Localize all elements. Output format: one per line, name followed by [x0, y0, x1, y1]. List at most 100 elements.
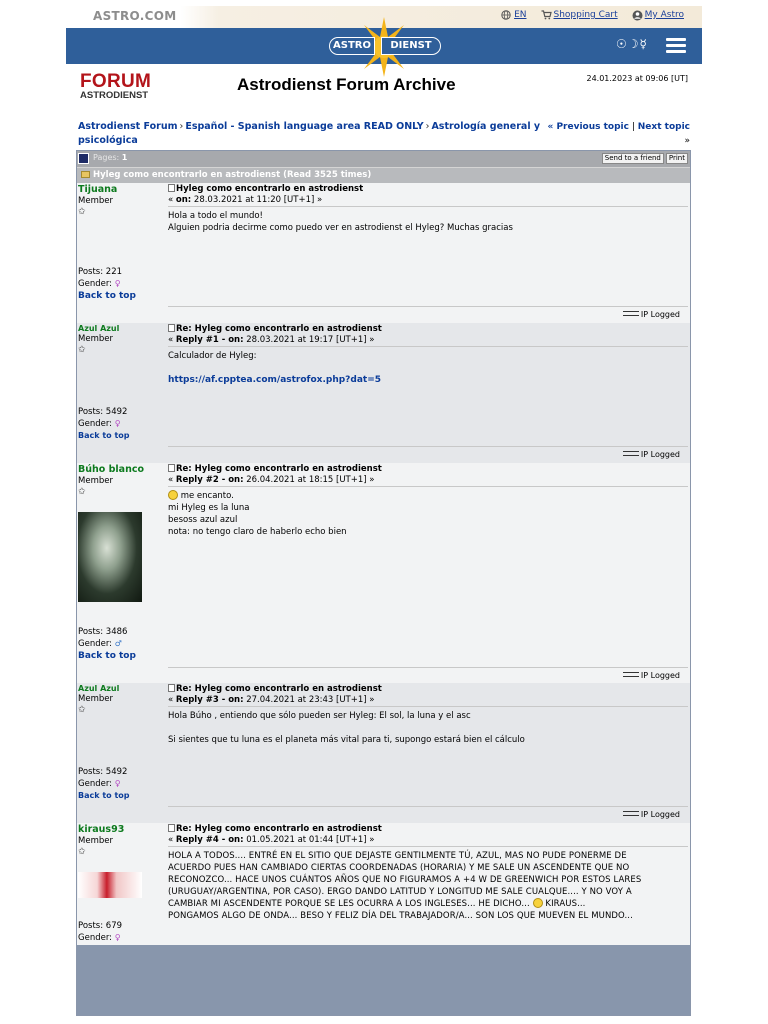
- post-subject-text: Re: Hyleg como encontrarlo en astrodiens…: [176, 464, 382, 474]
- gender-label: Gender:: [78, 639, 113, 649]
- post-body: Re: Hyleg como encontrarlo en astrodiens…: [168, 464, 688, 538]
- post-message: Hola Búho , entiendo que sólo pueden ser…: [168, 710, 688, 746]
- document-icon: [168, 464, 175, 472]
- message-line: besoss azul azul: [168, 515, 238, 525]
- ip-logged-text: IP Logged: [640, 450, 680, 459]
- author-stats: Posts: 5492 Gender: ♀ Back to top: [78, 406, 130, 442]
- next-topic-suffix: »: [684, 136, 690, 146]
- external-link[interactable]: https://af.cpptea.com/astrofox.php?dat=5: [168, 375, 381, 385]
- shopping-cart-link[interactable]: Shopping Cart: [541, 10, 618, 20]
- ip-logged-text: IP Logged: [640, 810, 680, 819]
- author-stats: Posts: 679 Gender: ♀: [78, 920, 122, 944]
- forum-logo[interactable]: FORUM ASTRODIENST: [80, 72, 151, 100]
- female-icon: ♀: [114, 933, 121, 942]
- star-icon: ✩: [78, 207, 86, 217]
- page-title: Astrodienst Forum Archive: [237, 75, 456, 94]
- posts-label: Posts:: [78, 267, 104, 277]
- author-name[interactable]: Azul Azul: [78, 324, 166, 333]
- post-subject-text: Re: Hyleg como encontrarlo en astrodiens…: [176, 824, 382, 834]
- topic-title: Hyleg como encontrarlo en astrodienst (R…: [81, 170, 371, 180]
- topic-actions: Send to a friend Print: [601, 153, 688, 164]
- post-count: 5492: [105, 767, 128, 777]
- pages-label: Pages: 1: [93, 153, 127, 162]
- post: Búho blanco Member ✩ Posts: 3486 Gender:…: [77, 463, 690, 683]
- breadcrumb-forum-home[interactable]: Astrodienst Forum: [78, 121, 178, 132]
- meta-label: Reply #2 - on:: [175, 475, 244, 485]
- planet-symbols-icon[interactable]: ☉☽☿: [616, 37, 648, 51]
- message-line: Hola Búho , entiendo que sólo pueden ser…: [168, 711, 471, 721]
- message-line: me encanto.: [180, 491, 234, 501]
- post-date: 28.03.2021 at 11:20 [UT+1] »: [193, 195, 323, 205]
- meta-label: Reply #1 - on:: [175, 335, 244, 345]
- back-to-top-link[interactable]: Back to top: [78, 431, 130, 440]
- signature-divider: [168, 667, 688, 668]
- author-name[interactable]: kiraus93: [78, 824, 166, 835]
- star-icon: ✩: [78, 487, 86, 497]
- post-body: Re: Hyleg como encontrarlo en astrodiens…: [168, 684, 688, 746]
- author-name[interactable]: Búho blanco: [78, 464, 166, 475]
- member-rank: Member: [78, 836, 113, 846]
- message-line: nota: no tengo claro de haberlo echo bie…: [168, 527, 347, 537]
- post-divider: [168, 346, 688, 347]
- male-icon: ♂: [114, 639, 122, 648]
- author-name[interactable]: Tijuana: [78, 184, 166, 195]
- message-line: RECONOZCO... HACE UNOS CUÁNTOS AÑOS QUE …: [168, 875, 642, 885]
- post-meta: « Reply #3 - on: 27.04.2021 at 23:43 [UT…: [168, 695, 688, 705]
- ip-icon: [622, 311, 639, 316]
- member-rank: Member: [78, 196, 113, 206]
- post: Tijuana Member ✩ Posts: 221 Gender: ♀ Ba…: [77, 183, 690, 323]
- avatar: [78, 512, 142, 602]
- ip-logged: IP Logged: [622, 310, 680, 319]
- post-divider: [168, 206, 688, 207]
- message-line: Alguien podria decirme como puedo ver en…: [168, 223, 513, 233]
- send-to-friend-button[interactable]: Send to a friend: [601, 153, 664, 164]
- member-rank: Member: [78, 476, 113, 486]
- author-stats: Posts: 221 Gender: ♀ Back to top: [78, 266, 136, 302]
- post-subject-text: Re: Hyleg como encontrarlo en astrodiens…: [176, 684, 382, 694]
- document-icon: [168, 324, 175, 332]
- post-body: Hyleg como encontrarlo en astrodienst « …: [168, 184, 688, 234]
- logo-astro-text: ASTRO: [329, 37, 375, 55]
- next-topic-link[interactable]: Next topic: [638, 122, 690, 132]
- smiley-icon: [532, 898, 543, 908]
- print-button[interactable]: Print: [665, 153, 688, 164]
- breadcrumb-separator: ›: [425, 121, 430, 132]
- user-icon: [632, 10, 643, 21]
- cart-icon: [541, 10, 552, 20]
- previous-topic-link[interactable]: « Previous topic: [548, 122, 629, 132]
- back-to-top-link[interactable]: Back to top: [78, 291, 136, 301]
- post-author: Tijuana Member ✩ Posts: 221 Gender: ♀ Ba…: [78, 184, 166, 322]
- my-astro-link[interactable]: My Astro: [632, 10, 684, 21]
- post-subject[interactable]: Re: Hyleg como encontrarlo en astrodiens…: [168, 464, 688, 474]
- ip-logged-text: IP Logged: [640, 671, 680, 680]
- post-date: 01.05.2021 at 01:44 [UT+1] »: [246, 835, 375, 845]
- page-number-link[interactable]: 1: [122, 153, 128, 162]
- female-icon: ♀: [114, 419, 121, 428]
- post: kiraus93 Member ✩ Posts: 679 Gender: ♀ R…: [77, 823, 690, 945]
- post-meta: « on: 28.03.2021 at 11:20 [UT+1] »: [168, 195, 688, 205]
- ip-logged: IP Logged: [622, 671, 680, 680]
- post-message: me encanto. mi Hyleg es la luna besoss a…: [168, 490, 688, 538]
- post-subject[interactable]: Re: Hyleg como encontrarlo en astrodiens…: [168, 684, 688, 694]
- post-author: kiraus93 Member ✩ Posts: 679 Gender: ♀: [78, 824, 166, 944]
- breadcrumb-spanish-area[interactable]: Español - Spanish language area READ ONL…: [185, 121, 423, 132]
- post-count: 679: [105, 921, 123, 931]
- post-meta: « Reply #1 - on: 28.03.2021 at 19:17 [UT…: [168, 335, 688, 345]
- back-to-top-link[interactable]: Back to top: [78, 791, 130, 800]
- post-subject[interactable]: Hyleg como encontrarlo en astrodienst: [168, 184, 688, 194]
- post-count: 221: [105, 267, 123, 277]
- astrodienst-logo[interactable]: ASTRO DIENST: [329, 17, 441, 77]
- language-selector[interactable]: EN: [501, 10, 527, 20]
- book-icon: [78, 153, 89, 164]
- back-to-top-link[interactable]: Back to top: [78, 651, 136, 661]
- document-icon: [168, 684, 175, 692]
- brand-logo[interactable]: ASTRO.COM: [93, 9, 177, 23]
- hamburger-menu-icon[interactable]: [666, 38, 686, 53]
- post-subject[interactable]: Re: Hyleg como encontrarlo en astrodiens…: [168, 324, 688, 334]
- meta-prefix: «: [168, 195, 174, 205]
- author-name[interactable]: Azul Azul: [78, 684, 166, 693]
- post-subject[interactable]: Re: Hyleg como encontrarlo en astrodiens…: [168, 824, 688, 834]
- post-divider: [168, 706, 688, 707]
- author-stats: Posts: 3486 Gender: ♂ Back to top: [78, 626, 136, 662]
- post-date: 27.04.2021 at 23:43 [UT+1] »: [246, 695, 375, 705]
